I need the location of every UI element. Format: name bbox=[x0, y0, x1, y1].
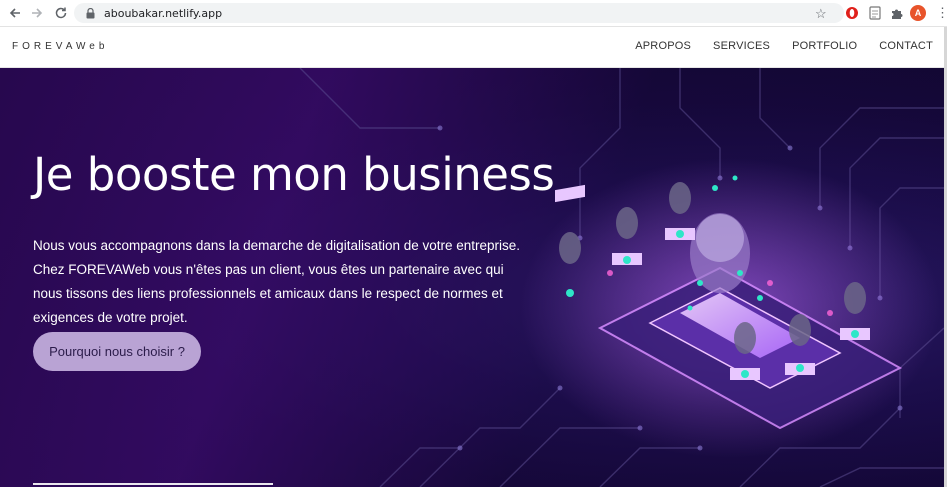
document-extension-icon[interactable] bbox=[868, 6, 882, 20]
menu-item-contact[interactable]: CONTACT bbox=[879, 40, 933, 52]
browser-menu-icon[interactable]: ⋮ bbox=[936, 5, 947, 21]
url-text: aboubakar.netlify.app bbox=[104, 6, 223, 20]
hero-paragraph: Nous vous accompagnons dans la demarche … bbox=[33, 238, 521, 325]
browser-toolbar: aboubakar.netlify.app ☆ A ⋮ bbox=[0, 0, 947, 27]
menu-item-services[interactable]: SERVICES bbox=[713, 40, 770, 52]
hero-section: Je booste mon business Nous vous accompa… bbox=[0, 68, 944, 487]
site-logo[interactable]: FOREVAWeb bbox=[12, 41, 108, 52]
forward-arrow-icon[interactable] bbox=[28, 4, 46, 22]
menu-item-portfolio[interactable]: PORTFOLIO bbox=[792, 40, 857, 52]
back-arrow-icon[interactable] bbox=[6, 4, 24, 22]
address-bar[interactable]: aboubakar.netlify.app bbox=[74, 3, 844, 23]
reload-icon[interactable] bbox=[52, 4, 70, 22]
opera-extension-icon[interactable] bbox=[845, 6, 859, 20]
site-navbar: FOREVAWeb APROPOS SERVICES PORTFOLIO CON… bbox=[0, 27, 947, 68]
lock-icon bbox=[84, 7, 96, 19]
bookmark-star-icon[interactable]: ☆ bbox=[815, 6, 827, 22]
main-menu: APROPOS SERVICES PORTFOLIO CONTACT bbox=[635, 40, 933, 52]
extensions-puzzle-icon[interactable] bbox=[889, 6, 903, 20]
menu-item-apropos[interactable]: APROPOS bbox=[635, 40, 691, 52]
profile-avatar[interactable]: A bbox=[910, 5, 926, 21]
hero-headline: Je booste mon business bbox=[33, 148, 555, 201]
section-divider bbox=[33, 483, 273, 485]
why-choose-us-button[interactable]: Pourquoi nous choisir ? bbox=[33, 332, 201, 371]
